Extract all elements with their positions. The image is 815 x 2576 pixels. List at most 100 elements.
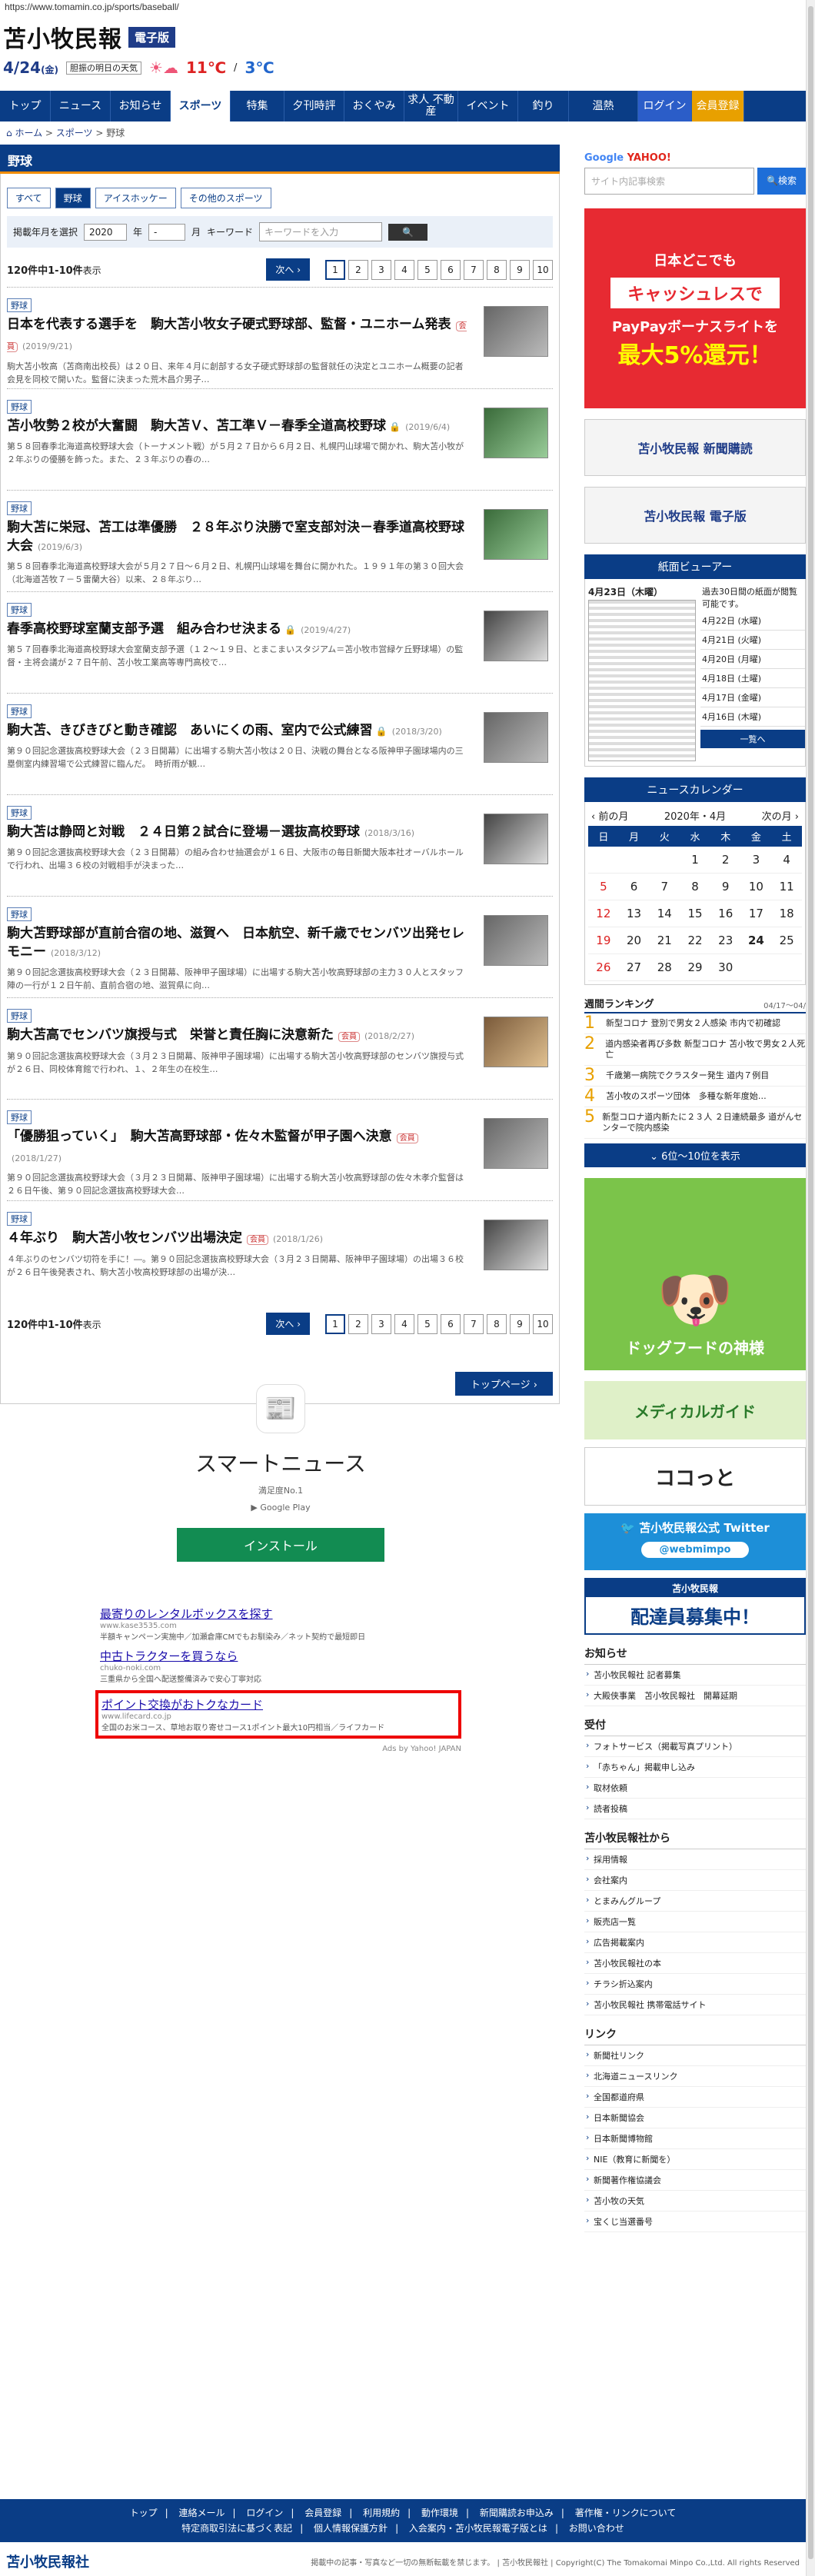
external-link[interactable]: 全国都道府県 — [584, 2087, 806, 2108]
viewer-date-item[interactable]: 4月17日 (金曜) — [700, 688, 805, 707]
calendar-day[interactable]: 7 — [649, 874, 680, 900]
reception-link[interactable]: フォトサービス（掲載写真プリント） — [584, 1736, 806, 1757]
footer-link[interactable]: 個人情報保護方針 — [314, 2523, 388, 2534]
ad-item[interactable]: 最寄りのレンタルボックスを探す www.kase3535.com 半額キャンペー… — [100, 1606, 461, 1642]
footer-link[interactable]: 利用規約 — [363, 2508, 400, 2518]
calendar-day[interactable]: 26 — [588, 954, 619, 981]
page-9[interactable]: 9 — [510, 1313, 530, 1334]
company-link[interactable]: 販売店一覧 — [584, 1912, 806, 1932]
ranking-more-button[interactable]: ⌄ 6位〜10位を表示 — [584, 1143, 806, 1167]
page-10[interactable]: 10 — [533, 259, 553, 280]
calendar-day[interactable]: 29 — [680, 954, 710, 981]
article-title[interactable]: 日本を代表する選手を 駒大苫小牧女子硬式野球部、監督・ユニホーム発表 — [7, 317, 451, 332]
calendar-day[interactable]: 25 — [771, 927, 802, 954]
page-7[interactable]: 7 — [464, 1313, 484, 1334]
viewer-date-item[interactable]: 4月21日 (火曜) — [700, 631, 805, 650]
page-scrollbar[interactable] — [806, 0, 815, 2576]
article-item[interactable]: 野球 春季高校野球室蘭支部予選 組み合わせ決まる 🔒 (2019/4/27) 第５… — [7, 591, 553, 693]
company-link[interactable]: 苫小牧民報社 携帯電話サイト — [584, 1995, 806, 2015]
calendar-day[interactable]: 10 — [740, 874, 772, 900]
article-thumbnail[interactable] — [484, 408, 548, 458]
notice-link[interactable]: 大殿侠事業 苫小牧民報社 開幕延期 — [584, 1686, 806, 1706]
footer-link[interactable]: 特定商取引法に基づく表記 — [181, 2523, 292, 2534]
calendar-day[interactable]: 23 — [710, 927, 741, 954]
article-title[interactable]: 春季高校野球室蘭支部予選 組み合わせ決まる — [7, 621, 281, 637]
article-title[interactable]: 駒大苫高でセンバツ旗授与式 栄誉と責任胸に決意新た — [7, 1027, 334, 1043]
scrollbar-thumb[interactable] — [808, 6, 813, 2559]
paypay-ad[interactable]: 日本どこでも キャッシュレスで PayPayボーナスライトを 最大5%還元！ — [584, 208, 806, 408]
footer-link[interactable]: お問い合わせ — [569, 2523, 624, 2534]
next-page-button[interactable]: 次へ › — [266, 258, 310, 281]
ranking-item[interactable]: 2 道内感染者再び多数 新型コロナ 苫小牧で男女２人死亡 — [584, 1034, 806, 1066]
calendar-day[interactable]: 15 — [680, 900, 710, 927]
calendar-day[interactable]: 27 — [618, 954, 650, 981]
keyword-input[interactable]: キーワードを入力 — [259, 222, 383, 241]
external-link[interactable]: 新聞社リンク — [584, 2045, 806, 2066]
nav-notices[interactable]: お知らせ — [111, 91, 171, 121]
calendar-day[interactable]: 22 — [680, 927, 710, 954]
month-select[interactable]: - — [148, 223, 186, 241]
address-bar[interactable]: https://www.tomamin.co.jp/sports/basebal… — [0, 0, 815, 15]
page-3[interactable]: 3 — [371, 259, 391, 280]
page-5[interactable]: 5 — [417, 1313, 437, 1334]
page-8[interactable]: 8 — [487, 1313, 507, 1334]
nav-column[interactable]: 夕刊時評 — [284, 91, 344, 121]
nav-fishing[interactable]: 釣り — [518, 91, 569, 121]
article-item[interactable]: 野球 駒大苫は静岡と対戦 ２４日第２試合に登場－選抜高校野球 (2018/3/16… — [7, 794, 553, 896]
article-item[interactable]: 野球 「優勝狙っていく」 駒大苫高野球部・佐々木監督が甲子園へ決意 会員 (2018… — [7, 1099, 553, 1200]
footer-link[interactable]: ログイン — [246, 2508, 283, 2518]
nav-obituary[interactable]: おくやみ — [344, 91, 404, 121]
article-item[interactable]: 野球 駒大苫、きびきびと動き確認 あいにくの雨、室内で公式練習 🔒 (2018/3… — [7, 693, 553, 794]
page-8[interactable]: 8 — [487, 259, 507, 280]
page-4[interactable]: 4 — [394, 1313, 414, 1334]
article-title[interactable]: 苫小牧勢２校が大奮闘 駒大苫Ｖ、苫工準Ｖ－春季全道高校野球 — [7, 418, 386, 434]
external-link[interactable]: 苫小牧の天気 — [584, 2191, 806, 2212]
company-link[interactable]: とまみんグループ — [584, 1891, 806, 1912]
viewer-date-item[interactable]: 4月18日 (土曜) — [700, 669, 805, 688]
article-thumbnail[interactable] — [484, 306, 548, 357]
site-search-input[interactable]: サイト内記事検索 — [584, 168, 755, 195]
calendar-day[interactable]: 3 — [740, 847, 772, 874]
nav-top[interactable]: トップ — [0, 91, 51, 121]
page-7[interactable]: 7 — [464, 259, 484, 280]
external-link[interactable]: 日本新聞協会 — [584, 2108, 806, 2128]
footer-link[interactable]: 新聞購読お申込み — [480, 2508, 554, 2518]
calendar-day[interactable]: 16 — [710, 900, 741, 927]
calendar-day[interactable]: 19 — [588, 927, 619, 954]
article-title[interactable]: ４年ぶり 駒大苫小牧センバツ出場決定 — [7, 1230, 242, 1246]
page-6[interactable]: 6 — [441, 259, 461, 280]
ad-item-highlighted[interactable]: ポイント交換がおトクなカード www.lifecard.co.jp 全国のお米コ… — [95, 1690, 461, 1739]
year-select[interactable]: 2020 — [84, 223, 128, 241]
install-button[interactable]: インストール — [177, 1528, 384, 1562]
footer-link[interactable]: 著作権・リンクについて — [575, 2508, 677, 2518]
article-item[interactable]: 野球 駒大苫高でセンバツ旗授与式 栄誉と責任胸に決意新た 会員 (2018/2/27… — [7, 997, 553, 1099]
recruit-banner[interactable]: 苫小牧民報 配達員募集中！ — [584, 1578, 806, 1635]
calendar-day[interactable]: 17 — [740, 900, 772, 927]
article-thumbnail[interactable] — [484, 1017, 548, 1067]
reception-link[interactable]: 「赤ちゃん」掲載申し込み — [584, 1757, 806, 1778]
twitter-banner[interactable]: 🐦 苫小牧民報公式 Twitter @webmimpo — [584, 1513, 806, 1570]
page-2[interactable]: 2 — [348, 1313, 368, 1334]
footer-link[interactable]: トップ — [130, 2508, 158, 2518]
external-link[interactable]: NIE（教育に新聞を） — [584, 2149, 806, 2170]
nav-sports[interactable]: スポーツ — [171, 91, 231, 121]
digital-edition-banner[interactable]: 苫小牧民報 電子版 — [584, 487, 806, 544]
page-6[interactable]: 6 — [441, 1313, 461, 1334]
page-9[interactable]: 9 — [510, 259, 530, 280]
calendar-day[interactable]: 21 — [649, 927, 680, 954]
viewer-date-item[interactable]: 4月20日 (月曜) — [700, 650, 805, 669]
newspaper-thumbnail[interactable] — [588, 600, 696, 761]
article-title[interactable]: 駒大苫は静岡と対戦 ２４日第２試合に登場－選抜高校野球 — [7, 824, 360, 840]
calendar-day[interactable]: 9 — [710, 874, 741, 900]
ranking-item[interactable]: 5 新型コロナ道内新たに２３人 ２日連続最多 道がんセンターで院内感染 — [584, 1107, 806, 1139]
page-1[interactable]: 1 — [325, 259, 345, 280]
footer-link[interactable]: 動作環境 — [421, 2508, 458, 2518]
nav-features[interactable]: 特集 — [231, 91, 284, 121]
ranking-item[interactable]: 3 千歳第一病院でクラスター発生 道内７例目 — [584, 1066, 806, 1087]
external-link[interactable]: 新聞著作権協議会 — [584, 2170, 806, 2191]
footer-link[interactable]: 会員登録 — [304, 2508, 341, 2518]
footer-link[interactable]: 連絡メール — [178, 2508, 225, 2518]
footer-logo[interactable]: 苫小牧民報社 — [6, 2551, 89, 2571]
site-logo[interactable]: 苫小牧民報 電子版 — [3, 20, 176, 54]
footer-link[interactable]: 入会案内・苫小牧民報電子版とは — [409, 2523, 547, 2534]
